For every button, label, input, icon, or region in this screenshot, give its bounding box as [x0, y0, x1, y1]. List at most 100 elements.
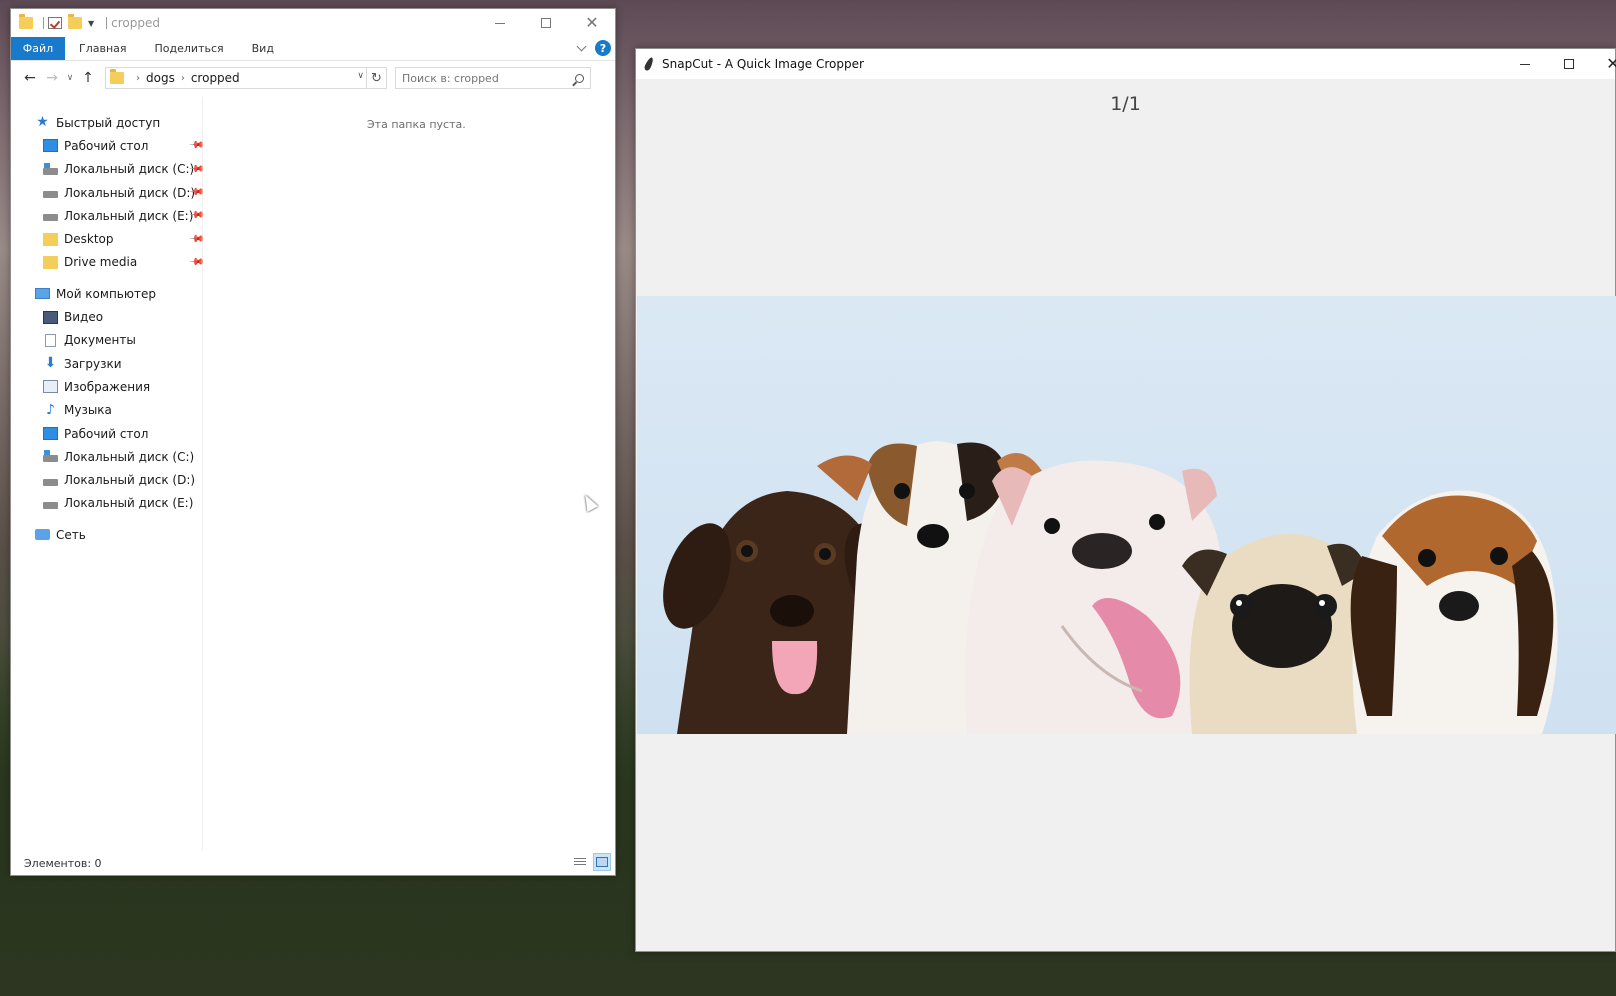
- pin-icon: 📌: [187, 230, 205, 248]
- folder-icon: [43, 232, 58, 246]
- nav-item-drive-e-2[interactable]: Локальный диск (E:): [11, 492, 202, 515]
- new-folder-icon[interactable]: [68, 14, 82, 29]
- image-canvas[interactable]: [637, 296, 1616, 734]
- feather-icon: [643, 56, 655, 72]
- item-count: Элементов: 0: [24, 856, 102, 870]
- close-icon: ✕: [1606, 54, 1616, 73]
- minimize-button[interactable]: [1503, 49, 1547, 79]
- nav-item-documents[interactable]: Документы: [11, 329, 202, 352]
- snapcut-window: SnapCut - A Quick Image Cropper ✕ 1/1: [635, 48, 1616, 952]
- nav-network[interactable]: Сеть: [11, 523, 202, 546]
- expand-ribbon-icon[interactable]: [576, 41, 587, 51]
- nav-item-drive-e[interactable]: Локальный диск (E:) 📌: [11, 204, 204, 227]
- pug-puppy: [1182, 533, 1374, 734]
- nav-label: Локальный диск (C:): [64, 162, 195, 177]
- tab-home[interactable]: Главная: [65, 37, 141, 60]
- nav-item-drive-c-2[interactable]: Локальный диск (C:): [11, 445, 202, 468]
- tab-share[interactable]: Поделиться: [141, 37, 238, 60]
- nav-item-music[interactable]: ♪ Музыка: [11, 399, 202, 422]
- nav-label: Локальный диск (E:): [64, 208, 194, 223]
- quick-access-dropdown-icon[interactable]: ▼: [88, 19, 94, 28]
- close-button[interactable]: ✕: [1591, 49, 1616, 79]
- star-icon: ★: [36, 114, 49, 131]
- folder-icon: [43, 255, 58, 269]
- nav-my-computer[interactable]: Мой компьютер: [11, 282, 202, 305]
- search-input[interactable]: [402, 71, 562, 85]
- nav-item-drive-d-2[interactable]: Локальный диск (D:): [11, 468, 202, 491]
- nav-label: Drive media: [64, 255, 138, 270]
- nav-item-images[interactable]: Изображения: [11, 375, 202, 398]
- address-bar[interactable]: › dogs › cropped ∨: [105, 67, 367, 89]
- maximize-button[interactable]: [523, 9, 569, 37]
- nav-item-video[interactable]: Видео: [11, 305, 202, 328]
- image-counter: 1/1: [1110, 93, 1141, 115]
- monitor-icon: [43, 139, 58, 153]
- nav-label: Рабочий стол: [64, 138, 149, 153]
- explorer-titlebar[interactable]: ▼ cropped ✕: [11, 9, 615, 37]
- drive-icon: [43, 191, 58, 199]
- search-icon[interactable]: [575, 73, 584, 83]
- tab-file[interactable]: Файл: [11, 37, 65, 60]
- search-box[interactable]: [395, 67, 591, 89]
- pin-icon: 📌: [187, 254, 205, 271]
- recent-locations-button[interactable]: ∨: [63, 73, 77, 83]
- window-controls: ✕: [477, 9, 615, 37]
- nav-item-desktop-folder[interactable]: Desktop 📌: [11, 227, 205, 250]
- help-icon[interactable]: ?: [595, 40, 611, 56]
- up-button[interactable]: ↑: [77, 70, 99, 86]
- drive-icon: [43, 478, 58, 486]
- window-controls: ✕: [1503, 49, 1616, 79]
- explorer-body: ★ Быстрый доступ Рабочий стол 📌 Локальны…: [11, 97, 615, 851]
- view-buttons: [571, 853, 611, 871]
- tab-view[interactable]: Вид: [238, 37, 288, 60]
- ribbon-right: ?: [576, 40, 611, 56]
- nav-quick-access[interactable]: ★ Быстрый доступ: [11, 111, 202, 134]
- document-icon: [45, 333, 56, 347]
- snapcut-titlebar[interactable]: SnapCut - A Quick Image Cropper ✕: [636, 49, 1616, 79]
- windows-drive-icon: [43, 162, 58, 175]
- tiles-view-button[interactable]: [593, 853, 611, 871]
- puppies-image: [663, 441, 1558, 734]
- nav-label: Музыка: [64, 403, 112, 418]
- back-button[interactable]: ←: [19, 70, 41, 86]
- maximize-button[interactable]: [1547, 49, 1591, 79]
- nav-item-drive-c[interactable]: Локальный диск (C:) 📌: [11, 158, 204, 181]
- video-icon: [43, 310, 58, 324]
- nav-item-desktop-2[interactable]: Рабочий стол: [11, 422, 202, 445]
- nav-item-downloads[interactable]: ⬇ Загрузки: [11, 352, 202, 375]
- close-icon: ✕: [585, 13, 599, 32]
- windows-drive-icon: [43, 450, 58, 463]
- nav-label: Рабочий стол: [64, 426, 149, 441]
- nav-item-desktop[interactable]: Рабочий стол 📌: [11, 134, 204, 157]
- nav-label: Изображения: [64, 379, 151, 394]
- music-icon: ♪: [46, 401, 55, 418]
- file-explorer-window: ▼ cropped ✕ Файл Главная Поделиться Вид …: [10, 8, 616, 876]
- properties-icon[interactable]: [48, 17, 62, 29]
- forward-button[interactable]: →: [41, 70, 63, 86]
- breadcrumb-separator: ›: [180, 72, 185, 84]
- refresh-button[interactable]: ↻: [367, 67, 387, 89]
- nav-label: Локальный диск (C:): [64, 449, 195, 464]
- address-dropdown-icon[interactable]: ∨: [357, 71, 364, 81]
- nav-item-drive-media[interactable]: Drive media 📌: [11, 251, 205, 274]
- details-view-button[interactable]: [571, 853, 589, 871]
- nav-item-drive-d[interactable]: Локальный диск (D:) 📌: [11, 181, 204, 204]
- nav-label: Сеть: [56, 527, 86, 542]
- address-bar-row: ← → ∨ ↑ › dogs › cropped ∨ ↻: [11, 61, 615, 95]
- file-list-pane[interactable]: Эта папка пуста.: [203, 97, 615, 851]
- maximize-icon: [1564, 59, 1574, 69]
- folder-icon: [19, 14, 33, 29]
- status-bar: Элементов: 0: [11, 851, 615, 875]
- nav-label: Локальный диск (D:): [64, 473, 196, 488]
- download-icon: ⬇: [44, 355, 57, 372]
- breadcrumb-cropped[interactable]: cropped: [191, 71, 240, 85]
- minimize-button[interactable]: [477, 9, 523, 37]
- close-button[interactable]: ✕: [569, 9, 615, 37]
- computer-icon: [35, 288, 50, 300]
- breadcrumb-dogs[interactable]: dogs: [146, 71, 175, 85]
- nav-label: Desktop: [64, 232, 114, 247]
- network-icon: [35, 529, 50, 541]
- drive-icon: [43, 501, 58, 509]
